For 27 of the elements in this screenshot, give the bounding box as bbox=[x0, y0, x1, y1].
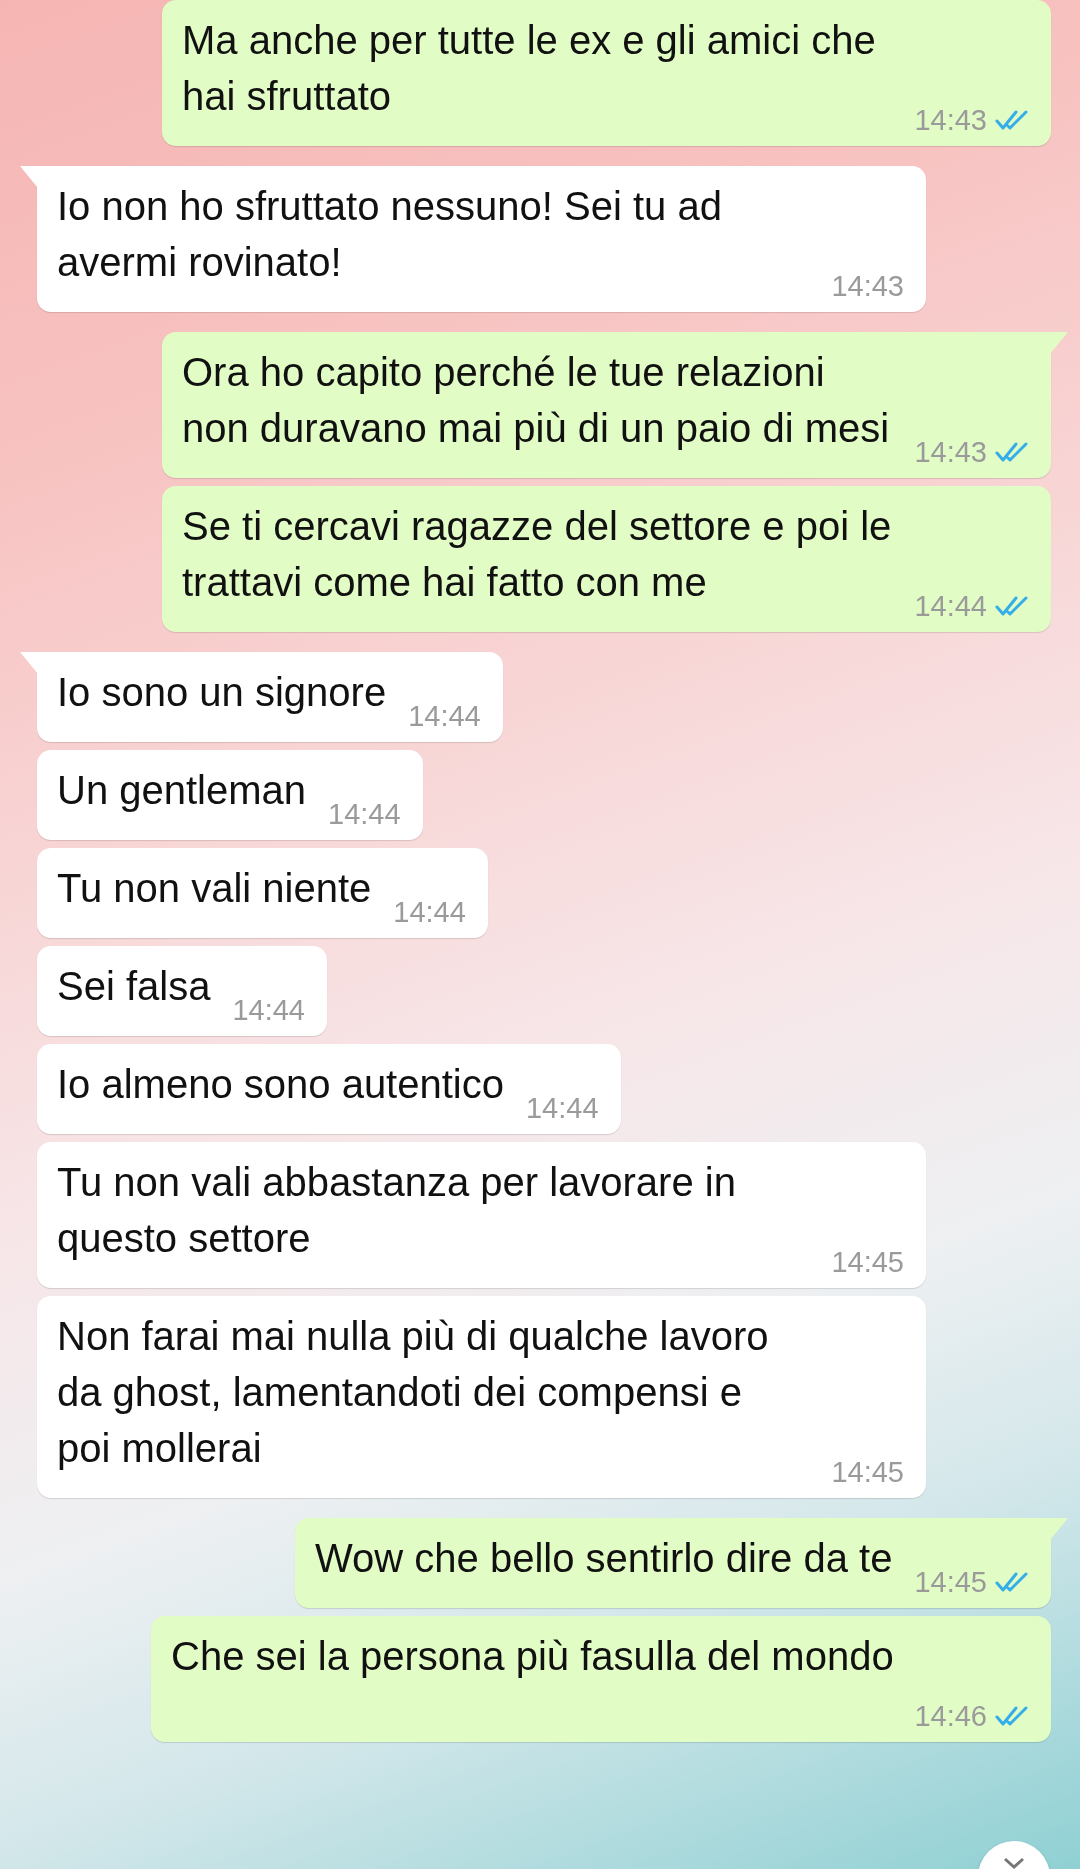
message-text: Io sono un signore bbox=[57, 669, 387, 716]
message-time: 14:45 bbox=[831, 1455, 904, 1490]
message-time: 14:44 bbox=[232, 993, 305, 1028]
message-time: 14:44 bbox=[914, 589, 987, 624]
message-text: Io non ho sfruttato nessuno! Sei tu ad avermi rovinato! bbox=[57, 183, 722, 286]
message-text: Wow che bello sentirlo dire da te bbox=[315, 1535, 893, 1582]
message-time: 14:45 bbox=[831, 1245, 904, 1280]
message-text: Che sei la persona più fasulla del mondo bbox=[171, 1633, 894, 1680]
message-time: 14:44 bbox=[393, 895, 466, 930]
message-time: 14:43 bbox=[831, 269, 904, 304]
message-time: 14:43 bbox=[914, 435, 987, 470]
message-time: 14:46 bbox=[914, 1699, 987, 1734]
message-text: Ora ho capito perché le tue relazioni non duravano mai più di un paio di mesi bbox=[182, 349, 890, 452]
message-text: Tu non vali abbastanza per lavorare in questo settore bbox=[57, 1159, 736, 1262]
message-time: 14:44 bbox=[408, 699, 481, 734]
message-text: Sei falsa bbox=[57, 963, 211, 1010]
message-text: Non farai mai nulla più di qualche lavoro da ghost, lamentandoti dei compensi e poi mollerai bbox=[57, 1313, 769, 1472]
message-text: Ma anche per tutte le ex e gli amici che hai sfruttato bbox=[182, 17, 876, 120]
message-time: 14:44 bbox=[526, 1091, 599, 1126]
message-text: Se ti cercavi ragazze del settore e poi le trattavi come hai fatto con me bbox=[182, 503, 892, 606]
message-text: Tu non vali niente bbox=[57, 865, 372, 912]
message-time: 14:45 bbox=[914, 1565, 987, 1600]
message-text: Io almeno sono autentico bbox=[57, 1061, 504, 1108]
message-text: Un gentleman bbox=[57, 767, 307, 814]
message-time: 14:44 bbox=[328, 797, 401, 832]
chevron-down-icon bbox=[1003, 1856, 1025, 1869]
message-time: 14:43 bbox=[914, 103, 987, 138]
